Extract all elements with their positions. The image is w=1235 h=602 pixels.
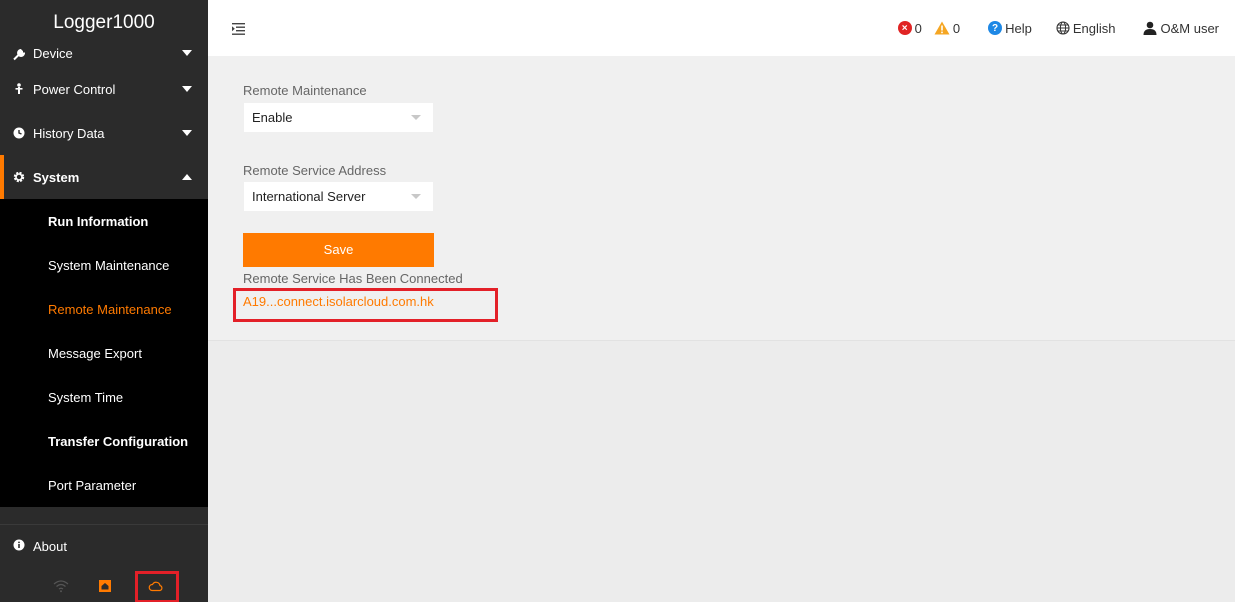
- chevron-down-icon: [182, 50, 192, 56]
- help-link[interactable]: ? Help: [988, 21, 1032, 36]
- info-icon: [13, 539, 25, 554]
- submenu-item-port-parameter[interactable]: Port Parameter: [0, 463, 208, 507]
- sidebar-item-label: Power Control: [33, 81, 116, 97]
- connection-status-text: Remote Service Has Been Connected: [243, 271, 463, 286]
- remote-maintenance-select[interactable]: Enable: [243, 102, 434, 133]
- submenu-item-remote-maintenance[interactable]: Remote Maintenance: [0, 287, 208, 331]
- main-content: Remote Maintenance Enable Remote Service…: [208, 56, 1235, 602]
- gear-icon: [13, 171, 25, 183]
- chevron-down-icon: [411, 194, 421, 199]
- sidebar-item-label: About: [33, 539, 67, 554]
- highlight-box-cloud: [135, 571, 179, 602]
- submenu-item-transfer-configuration[interactable]: Transfer Configuration: [0, 419, 208, 463]
- save-button[interactable]: Save: [243, 233, 434, 267]
- submenu-item-label: Port Parameter: [48, 477, 137, 493]
- sidebar: Logger1000 Device Power Control History …: [0, 0, 208, 602]
- submenu-item-system-maintenance[interactable]: System Maintenance: [0, 243, 208, 287]
- error-count: 0: [914, 20, 922, 36]
- chevron-down-icon: [411, 115, 421, 120]
- warning-count: 0: [952, 20, 961, 36]
- error-icon: ×: [897, 21, 912, 35]
- user-label: O&M user: [1160, 20, 1219, 36]
- user-icon: [1143, 21, 1157, 35]
- sidebar-item-label: Device: [33, 46, 73, 61]
- language-label: English: [1072, 20, 1116, 36]
- help-label: Help: [1005, 20, 1032, 36]
- language-selector[interactable]: English: [1056, 20, 1116, 36]
- remote-service-address-value: International Server: [252, 189, 366, 204]
- sidebar-item-device[interactable]: Device: [0, 45, 208, 67]
- remote-maintenance-value: Enable: [252, 110, 293, 125]
- remote-maintenance-panel: Remote Maintenance Enable Remote Service…: [208, 56, 1235, 341]
- sidebar-item-about[interactable]: About: [0, 524, 208, 568]
- home-icon: [97, 578, 113, 594]
- app-title: Logger1000: [0, 0, 208, 45]
- chevron-up-icon: [182, 174, 192, 180]
- warning-indicator: 0: [934, 21, 960, 36]
- menu-toggle-icon[interactable]: [232, 22, 245, 35]
- clock-icon: [13, 127, 25, 139]
- sidebar-item-label: System: [33, 169, 80, 185]
- help-icon: ?: [988, 21, 1003, 35]
- sidebar-item-history-data[interactable]: History Data: [0, 111, 208, 155]
- user-menu[interactable]: O&M user: [1143, 21, 1219, 36]
- sidebar-item-system[interactable]: System: [0, 155, 208, 199]
- remote-service-address-select[interactable]: International Server: [243, 181, 434, 212]
- power-control-icon: [13, 83, 25, 95]
- submenu-item-run-information[interactable]: Run Information: [0, 199, 208, 243]
- remote-service-address-label: Remote Service Address: [243, 163, 387, 178]
- highlight-box-address: [233, 288, 498, 322]
- top-header: × 0 0 ? Help English O&M user: [208, 0, 1235, 56]
- wifi-icon: [53, 578, 69, 594]
- remote-maintenance-label: Remote Maintenance: [243, 83, 367, 98]
- system-submenu: Run Information System Maintenance Remot…: [0, 199, 208, 507]
- globe-icon: [1056, 21, 1070, 35]
- submenu-item-message-export[interactable]: Message Export: [0, 331, 208, 375]
- header-right: × 0 0 ? Help English O&M user: [897, 0, 1219, 56]
- alarm-indicators[interactable]: × 0 0: [897, 20, 960, 36]
- sidebar-item-label: History Data: [33, 125, 105, 141]
- app-root: Logger1000 Device Power Control History …: [0, 0, 1235, 602]
- sidebar-nav: Device Power Control History Data System…: [0, 45, 208, 520]
- chevron-down-icon: [182, 86, 192, 92]
- chevron-down-icon: [182, 130, 192, 136]
- wrench-icon: [13, 49, 25, 61]
- submenu-item-system-time[interactable]: System Time: [0, 375, 208, 419]
- sidebar-item-power-control[interactable]: Power Control: [0, 67, 208, 111]
- warning-icon: [934, 21, 950, 35]
